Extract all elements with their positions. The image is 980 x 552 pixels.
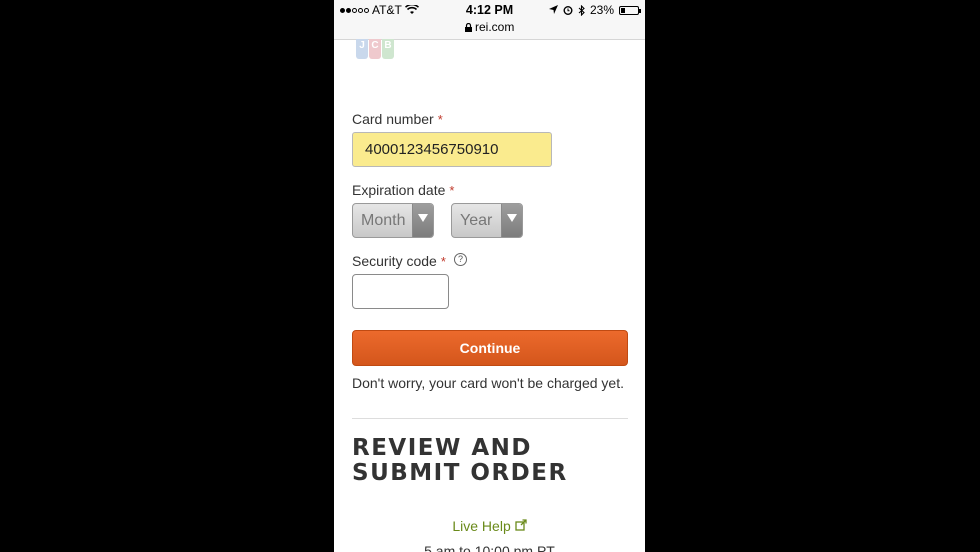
card-number-label: Card number * [352,111,443,127]
live-help-label: Live Help [452,518,511,534]
review-heading: REVIEW AND SUBMIT ORDER [352,435,568,486]
svg-text:B: B [384,40,391,51]
year-select[interactable]: Year [451,203,523,238]
month-select[interactable]: Month [352,203,434,238]
svg-text:J: J [359,40,365,51]
status-icons: 23% [548,3,641,17]
location-icon [548,5,558,14]
required-marker: * [437,112,443,127]
address-url: rei.com [475,20,515,34]
battery-icon [619,5,641,15]
address-bar[interactable]: rei.com [334,20,645,34]
lock-icon [464,22,472,32]
help-icon[interactable]: ? [454,253,467,266]
external-link-icon [514,519,527,531]
continue-button[interactable]: Continue [352,330,628,366]
alarm-icon [563,6,573,15]
required-marker: * [449,183,455,198]
security-code-input[interactable] [352,274,449,309]
battery-percent: 23% [589,3,614,17]
divider [352,418,628,419]
security-code-label-text: Security code [352,253,437,269]
support-hours: 5 am to 10:00 pm PT [424,543,555,552]
live-help-link[interactable]: Live Help [334,518,645,534]
required-marker: * [440,254,446,269]
expiration-date-label-text: Expiration date [352,182,446,198]
status-bar: AT&T 4:12 PM rei.com 23% [334,0,645,40]
jcb-logo: J C B [356,39,394,59]
chevron-down-icon [501,204,522,237]
year-select-value: Year [460,212,493,229]
card-number-label-text: Card number [352,111,434,127]
bluetooth-icon [578,4,585,16]
phone-screen: AT&T 4:12 PM rei.com 23% J C B Card numb… [334,0,645,552]
svg-text:C: C [371,40,378,51]
expiration-date-label: Expiration date * [352,182,454,198]
charge-notice: Don't worry, your card won't be charged … [352,375,624,391]
chevron-down-icon [412,204,433,237]
security-code-label: Security code * [352,253,446,269]
card-number-input[interactable]: 4000123456750910 [352,132,552,167]
month-select-value: Month [361,212,406,229]
